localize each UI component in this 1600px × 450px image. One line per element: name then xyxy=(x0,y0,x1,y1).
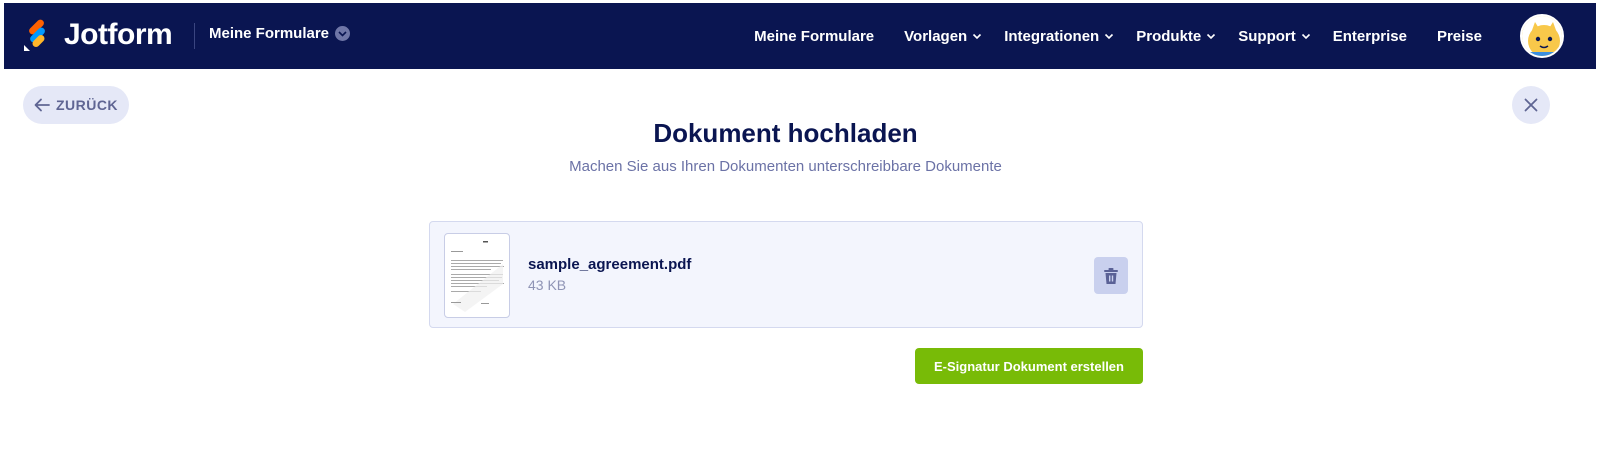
nav-products-label: Produkte xyxy=(1136,27,1202,45)
chevron-down-icon xyxy=(1301,33,1310,39)
arrow-left-icon xyxy=(34,98,50,112)
chevron-down-icon xyxy=(335,26,351,41)
avatar-podo-icon xyxy=(1522,16,1562,56)
chevron-down-icon xyxy=(973,33,982,39)
delete-file-button[interactable] xyxy=(1094,257,1128,294)
my-forms-dropdown[interactable]: Meine Formulare xyxy=(209,25,351,42)
jotform-logo-icon xyxy=(22,17,52,53)
nav-my-forms-label: Meine Formulare xyxy=(754,27,875,45)
nav-enterprise[interactable]: Enterprise xyxy=(1333,28,1407,45)
my-forms-dropdown-label: Meine Formulare xyxy=(209,25,330,42)
nav-integrations-label: Integrationen xyxy=(1004,27,1100,45)
nav-enterprise-label: Enterprise xyxy=(1332,27,1407,45)
page-subtitle: Machen Sie aus Ihren Dokumenten untersch… xyxy=(569,158,1002,175)
pdf-preview-icon xyxy=(451,241,504,312)
nav-my-forms[interactable]: Meine Formulare xyxy=(754,28,874,45)
document-thumbnail xyxy=(444,233,510,318)
close-icon xyxy=(1524,98,1538,112)
nav-support-label: Support xyxy=(1238,27,1296,45)
nav-integrations[interactable]: Integrationen xyxy=(1004,28,1114,45)
create-esignature-label: E-Signatur Dokument erstellen xyxy=(934,358,1124,374)
app-window: Jotform Meine Formulare Meine Formulare … xyxy=(4,3,1596,450)
top-navbar: Jotform Meine Formulare Meine Formulare … xyxy=(4,3,1596,69)
header-divider xyxy=(194,23,195,49)
jotform-logo[interactable]: Jotform xyxy=(22,17,173,53)
chevron-down-icon xyxy=(1105,33,1114,39)
nav-templates-label: Vorlagen xyxy=(904,27,968,45)
nav-pricing[interactable]: Preise xyxy=(1437,28,1482,45)
trash-icon xyxy=(1104,267,1118,284)
main-menu: Meine Formulare Vorlagen Integrationen P… xyxy=(724,3,1482,69)
page-title: Dokument hochladen xyxy=(653,118,918,148)
chevron-down-icon xyxy=(1207,33,1216,39)
file-name: sample_agreement.pdf xyxy=(528,256,692,273)
file-size: 43 KB xyxy=(528,277,567,293)
back-button-label: ZURÜCK xyxy=(55,97,119,113)
nav-products[interactable]: Produkte xyxy=(1136,28,1216,45)
nav-pricing-label: Preise xyxy=(1436,27,1482,45)
create-esignature-button[interactable]: E-Signatur Dokument erstellen xyxy=(915,348,1143,384)
uploaded-file-card: sample_agreement.pdf 43 KB xyxy=(429,221,1143,328)
user-avatar[interactable] xyxy=(1520,14,1564,58)
nav-support[interactable]: Support xyxy=(1238,28,1311,45)
nav-templates[interactable]: Vorlagen xyxy=(904,28,982,45)
brand-name: Jotform xyxy=(64,18,173,51)
